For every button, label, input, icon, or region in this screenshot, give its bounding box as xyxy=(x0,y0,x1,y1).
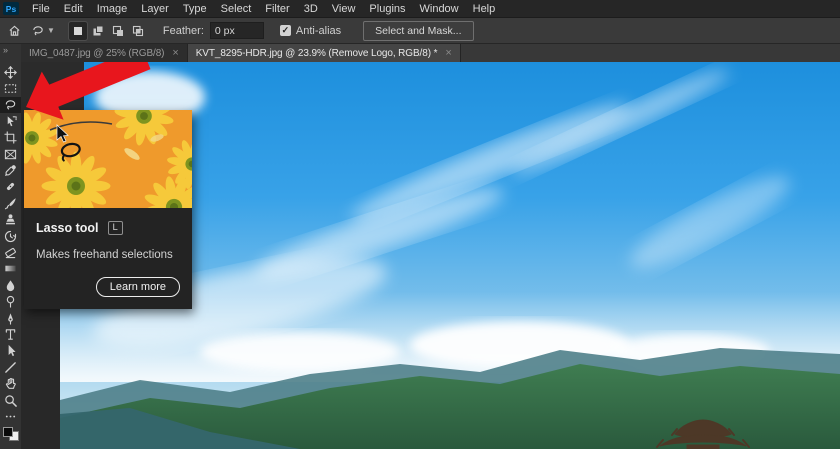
object-selection-icon xyxy=(4,115,17,128)
intersect-selection-icon xyxy=(132,25,143,36)
pen-icon xyxy=(4,312,17,325)
tool-brush[interactable] xyxy=(0,195,21,211)
tool-gradient[interactable] xyxy=(0,261,21,277)
tooltip-description: Makes freehand selections xyxy=(36,249,173,261)
tool-hand[interactable] xyxy=(0,375,21,391)
tool-frame[interactable] xyxy=(0,146,21,162)
zoom-icon xyxy=(4,394,17,407)
tool-line[interactable] xyxy=(0,359,21,375)
eraser-icon xyxy=(4,246,17,259)
eyedropper-icon xyxy=(4,164,17,177)
tool-options-bar: ▼ Feather: 0 px ✓ Anti-alias Select and … xyxy=(0,18,840,44)
menu-help[interactable]: Help xyxy=(466,0,503,18)
toolbar-collapse-button[interactable]: » xyxy=(0,44,21,62)
tool-eyedropper[interactable] xyxy=(0,162,21,178)
spot-healing-icon xyxy=(4,180,17,193)
feather-label: Feather: xyxy=(162,24,204,37)
document-canvas[interactable]: Lasso tool L Makes freehand selections L… xyxy=(21,62,840,449)
tool-eraser[interactable] xyxy=(0,244,21,260)
tooltip-title: Lasso tool xyxy=(36,221,99,235)
feather-input[interactable] xyxy=(209,22,264,39)
crop-icon xyxy=(4,131,17,144)
document-tab-2[interactable]: KVT_8295-HDR.jpg @ 23.9% (Remove Logo, R… xyxy=(187,44,461,62)
tab-close-icon[interactable]: × xyxy=(445,47,451,59)
menu-view[interactable]: View xyxy=(325,0,363,18)
subtract-from-selection-button[interactable] xyxy=(109,22,127,40)
marquee-icon xyxy=(4,82,17,95)
menu-filter[interactable]: Filter xyxy=(258,0,296,18)
menu-edit[interactable]: Edit xyxy=(57,0,90,18)
path-selection-icon xyxy=(4,344,17,357)
current-tool-preset[interactable]: ▼ xyxy=(31,24,55,37)
learn-more-button[interactable]: Learn more xyxy=(95,277,180,297)
tool-type[interactable] xyxy=(0,326,21,342)
tool-zoom[interactable] xyxy=(0,392,21,408)
document-tab-bar: » IMG_0487.jpg @ 25% (RGB/8) × KVT_8295-HD… xyxy=(0,44,840,62)
add-to-selection-button[interactable] xyxy=(89,22,107,40)
tool-move[interactable] xyxy=(0,64,21,80)
menu-select[interactable]: Select xyxy=(214,0,259,18)
subtract-from-selection-icon xyxy=(112,25,123,36)
tab-close-icon[interactable]: × xyxy=(172,47,178,59)
hand-icon xyxy=(4,377,17,390)
tool-marquee[interactable] xyxy=(0,80,21,96)
menu-bar: Ps File Edit Image Layer Type Select Filter 3D V… xyxy=(0,0,840,18)
anti-alias-label: Anti-alias xyxy=(295,24,342,37)
blur-icon xyxy=(4,279,17,292)
menu-3d[interactable]: 3D xyxy=(297,0,325,18)
more-options-icon xyxy=(4,410,17,423)
anti-alias-checkbox[interactable]: ✓ xyxy=(279,25,291,36)
intersect-selection-button[interactable] xyxy=(129,22,147,40)
tool-clone-stamp[interactable] xyxy=(0,212,21,228)
color-swatches[interactable] xyxy=(2,426,19,441)
brush-icon xyxy=(4,197,17,210)
lasso-icon xyxy=(33,26,43,36)
photoshop-logo-icon: Ps xyxy=(3,2,19,15)
add-to-selection-icon xyxy=(93,25,104,35)
new-selection-icon xyxy=(73,26,82,35)
tool-history-brush[interactable] xyxy=(0,228,21,244)
menu-plugins[interactable]: Plugins xyxy=(362,0,412,18)
red-arrow-annotation xyxy=(26,62,151,120)
history-brush-icon xyxy=(4,230,17,243)
menu-type[interactable]: Type xyxy=(176,0,214,18)
line-icon xyxy=(4,361,17,374)
tool-blur[interactable] xyxy=(0,277,21,293)
home-icon xyxy=(9,25,20,36)
tool-crop[interactable] xyxy=(0,130,21,146)
tab-label: IMG_0487.jpg @ 25% (RGB/8) xyxy=(29,47,165,59)
menu-image[interactable]: Image xyxy=(90,0,135,18)
home-button[interactable] xyxy=(8,24,21,37)
select-and-mask-button[interactable]: Select and Mask... xyxy=(363,20,474,41)
tool-lasso[interactable] xyxy=(0,96,21,114)
new-selection-button[interactable] xyxy=(67,20,88,41)
clone-stamp-icon xyxy=(4,213,17,226)
tool-path-selection[interactable] xyxy=(0,343,21,359)
gradient-icon xyxy=(4,262,17,275)
tab-label: KVT_8295-HDR.jpg @ 23.9% (Remove Logo, R… xyxy=(195,47,438,59)
dodge-icon xyxy=(4,295,17,308)
type-icon xyxy=(4,328,17,341)
document-tab-1[interactable]: IMG_0487.jpg @ 25% (RGB/8) × xyxy=(21,44,188,62)
tools-panel xyxy=(0,62,21,449)
tool-dodge[interactable] xyxy=(0,293,21,309)
tool-pen[interactable] xyxy=(0,310,21,326)
tool-spot-healing[interactable] xyxy=(0,179,21,195)
foreground-color-swatch[interactable] xyxy=(2,426,13,437)
move-icon xyxy=(4,65,17,79)
lasso-icon xyxy=(4,98,17,111)
menu-layer[interactable]: Layer xyxy=(134,0,176,18)
menu-window[interactable]: Window xyxy=(413,0,466,18)
menu-file[interactable]: File xyxy=(25,0,57,18)
shortcut-key-badge: L xyxy=(107,221,123,235)
frame-icon xyxy=(4,148,17,161)
chevron-down-icon: ▼ xyxy=(47,26,55,35)
selection-mode-group xyxy=(67,20,147,41)
tool-more-options[interactable] xyxy=(0,408,21,424)
tool-object-selection[interactable] xyxy=(0,113,21,129)
